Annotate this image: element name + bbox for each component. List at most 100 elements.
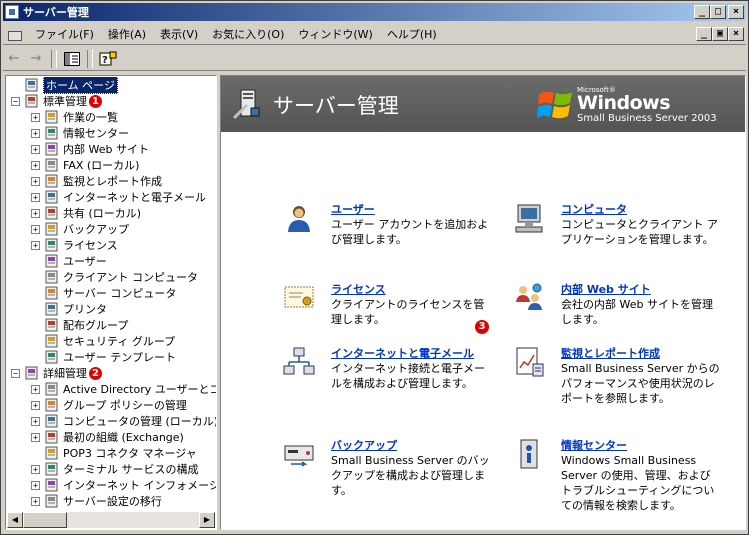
expand-icon[interactable]: + <box>31 464 40 474</box>
tree-item[interactable]: ホーム ページ <box>7 77 216 94</box>
tree-item[interactable]: + ターミナル サービスの構成 <box>7 461 216 477</box>
users-description: ユーザー アカウントを追加および管理します。 <box>331 218 489 246</box>
expand-icon[interactable]: + <box>31 480 40 490</box>
scroll-left-button[interactable]: ◀ <box>7 512 23 528</box>
expand-icon[interactable]: + <box>31 416 40 426</box>
computers-link[interactable]: コンピュータ <box>561 202 721 217</box>
info-icon[interactable] <box>513 438 545 470</box>
expand-icon[interactable]: + <box>31 128 40 138</box>
users-link[interactable]: ユーザー <box>331 202 491 217</box>
console-menu-icon[interactable] <box>6 26 22 42</box>
title-bar[interactable]: サーバー管理 _ □ × <box>3 3 746 21</box>
backup-link[interactable]: バックアップ <box>331 438 491 453</box>
minimize-button[interactable]: _ <box>694 5 710 19</box>
menu-view[interactable]: 表示(V) <box>153 26 205 42</box>
logo-product-text: Small Business Server 2003 <box>577 113 717 124</box>
tree-item[interactable]: ユーザー テンプレート <box>7 349 216 365</box>
expand-icon[interactable]: + <box>31 160 40 170</box>
child-restore-button[interactable]: ▣ <box>712 27 728 41</box>
tree-item[interactable]: セキュリティ グループ <box>7 333 216 349</box>
show-hide-tree-icon[interactable] <box>61 49 83 69</box>
help-icon[interactable]: ? <box>97 49 119 69</box>
close-button[interactable]: × <box>728 5 744 19</box>
tree-item[interactable]: + 監視とレポート作成 <box>7 173 216 189</box>
expand-icon[interactable]: + <box>31 192 40 202</box>
tree-item[interactable]: 配布グループ <box>7 317 216 333</box>
internet-email-link[interactable]: インターネットと電子メール <box>331 346 491 361</box>
tree-item[interactable]: + インターネットと電子メール <box>7 189 216 205</box>
template-icon <box>45 350 58 364</box>
scroll-thumb[interactable] <box>23 512 67 528</box>
tree-item[interactable]: + 作業の一覧 <box>7 109 216 125</box>
user-icon[interactable] <box>283 202 315 234</box>
tree-item[interactable]: + Active Directory ユーザーとコン <box>7 381 216 397</box>
information-center-description: Windows Small Business Server の使用、管理、および… <box>561 454 715 512</box>
forward-arrow-icon[interactable]: → <box>25 49 47 69</box>
tree-item[interactable]: POP3 コネクタ マネージャ <box>7 445 216 461</box>
expand-icon[interactable]: + <box>31 400 40 410</box>
console-tree[interactable]: ホーム ページ − 標準管理 1 + 作業の一覧 + 情報センター + 内部 Web サイト + FA… <box>5 75 217 530</box>
back-arrow-icon[interactable]: ← <box>3 49 25 69</box>
tree-item[interactable]: + サーバー設定の移行 <box>7 493 216 509</box>
monitoring-reporting-link[interactable]: 監視とレポート作成 <box>561 346 721 361</box>
tree-item[interactable]: + 最初の組織 (Exchange) <box>7 429 216 445</box>
tree-item[interactable]: クライアント コンピュータ <box>7 269 216 285</box>
expand-icon[interactable]: + <box>31 240 40 250</box>
menu-window[interactable]: ウィンドウ(W) <box>291 26 379 42</box>
tree-item[interactable]: + グループ ポリシーの管理 <box>7 397 216 413</box>
report-icon[interactable] <box>513 346 545 378</box>
server-computer-icon <box>45 286 58 300</box>
computer-icon <box>45 270 58 284</box>
tree-item[interactable]: + バックアップ <box>7 221 216 237</box>
tree-item[interactable]: + 情報センター <box>7 125 216 141</box>
tree-item-label: サーバー コンピュータ <box>63 287 177 300</box>
collapse-icon[interactable]: − <box>11 96 20 106</box>
tree-item[interactable]: + インターネット インフォメーション サ <box>7 477 216 493</box>
backup-icon[interactable] <box>283 438 315 470</box>
license-icon[interactable] <box>283 282 315 314</box>
exchange-icon <box>45 430 58 444</box>
menu-help[interactable]: ヘルプ(H) <box>380 26 444 42</box>
tree-item[interactable]: サーバー コンピュータ <box>7 285 216 301</box>
information-center-link[interactable]: 情報センター <box>561 438 721 453</box>
collapse-icon[interactable]: − <box>11 368 20 378</box>
tree-item[interactable]: + 共有 (ローカル) <box>7 205 216 221</box>
menu-file[interactable]: ファイル(F) <box>28 26 101 42</box>
tree-item[interactable]: − 標準管理 1 <box>7 93 216 109</box>
expand-icon[interactable]: + <box>31 208 40 218</box>
advanced-icon <box>25 366 38 380</box>
tree-item[interactable]: − 詳細管理 2 <box>7 365 216 381</box>
tree-item-label: 共有 (ローカル) <box>63 207 142 220</box>
expand-icon[interactable]: + <box>31 176 40 186</box>
child-minimize-button[interactable]: _ <box>696 27 712 41</box>
internet-icon[interactable] <box>283 346 315 378</box>
tree-item[interactable]: + ライセンス <box>7 237 216 253</box>
tree-item[interactable]: + FAX (ローカル) <box>7 157 216 173</box>
tree-item-label: Active Directory ユーザーとコン <box>63 383 216 396</box>
web-icon[interactable] <box>513 282 545 314</box>
tree-item[interactable]: プリンタ <box>7 301 216 317</box>
scroll-track[interactable] <box>67 512 199 528</box>
expand-icon[interactable]: + <box>31 144 40 154</box>
tree-item[interactable]: + コンピュータの管理 (ローカル) <box>7 413 216 429</box>
tree-item-label: 監視とレポート作成 <box>63 175 162 188</box>
pop3-icon <box>45 446 58 460</box>
licenses-link[interactable]: ライセンス <box>331 282 491 297</box>
tree-item[interactable]: + 内部 Web サイト <box>7 141 216 157</box>
scroll-right-button[interactable]: ▶ <box>199 512 215 528</box>
tree-horizontal-scrollbar[interactable]: ◀ ▶ <box>7 512 215 528</box>
iis-icon <box>45 478 58 492</box>
expand-icon[interactable]: + <box>31 496 40 506</box>
expand-icon[interactable]: + <box>31 112 40 122</box>
menu-favorites[interactable]: お気に入り(O) <box>205 26 291 42</box>
child-close-button[interactable]: × <box>728 27 744 41</box>
internet-icon <box>45 190 58 204</box>
maximize-button[interactable]: □ <box>710 5 726 19</box>
internal-web-link[interactable]: 内部 Web サイト <box>561 282 721 297</box>
tree-item[interactable]: ユーザー <box>7 253 216 269</box>
expand-icon[interactable]: + <box>31 224 40 234</box>
computer-icon[interactable] <box>513 202 545 234</box>
expand-icon[interactable]: + <box>31 432 40 442</box>
expand-icon[interactable]: + <box>31 384 40 394</box>
menu-action[interactable]: 操作(A) <box>101 26 153 42</box>
